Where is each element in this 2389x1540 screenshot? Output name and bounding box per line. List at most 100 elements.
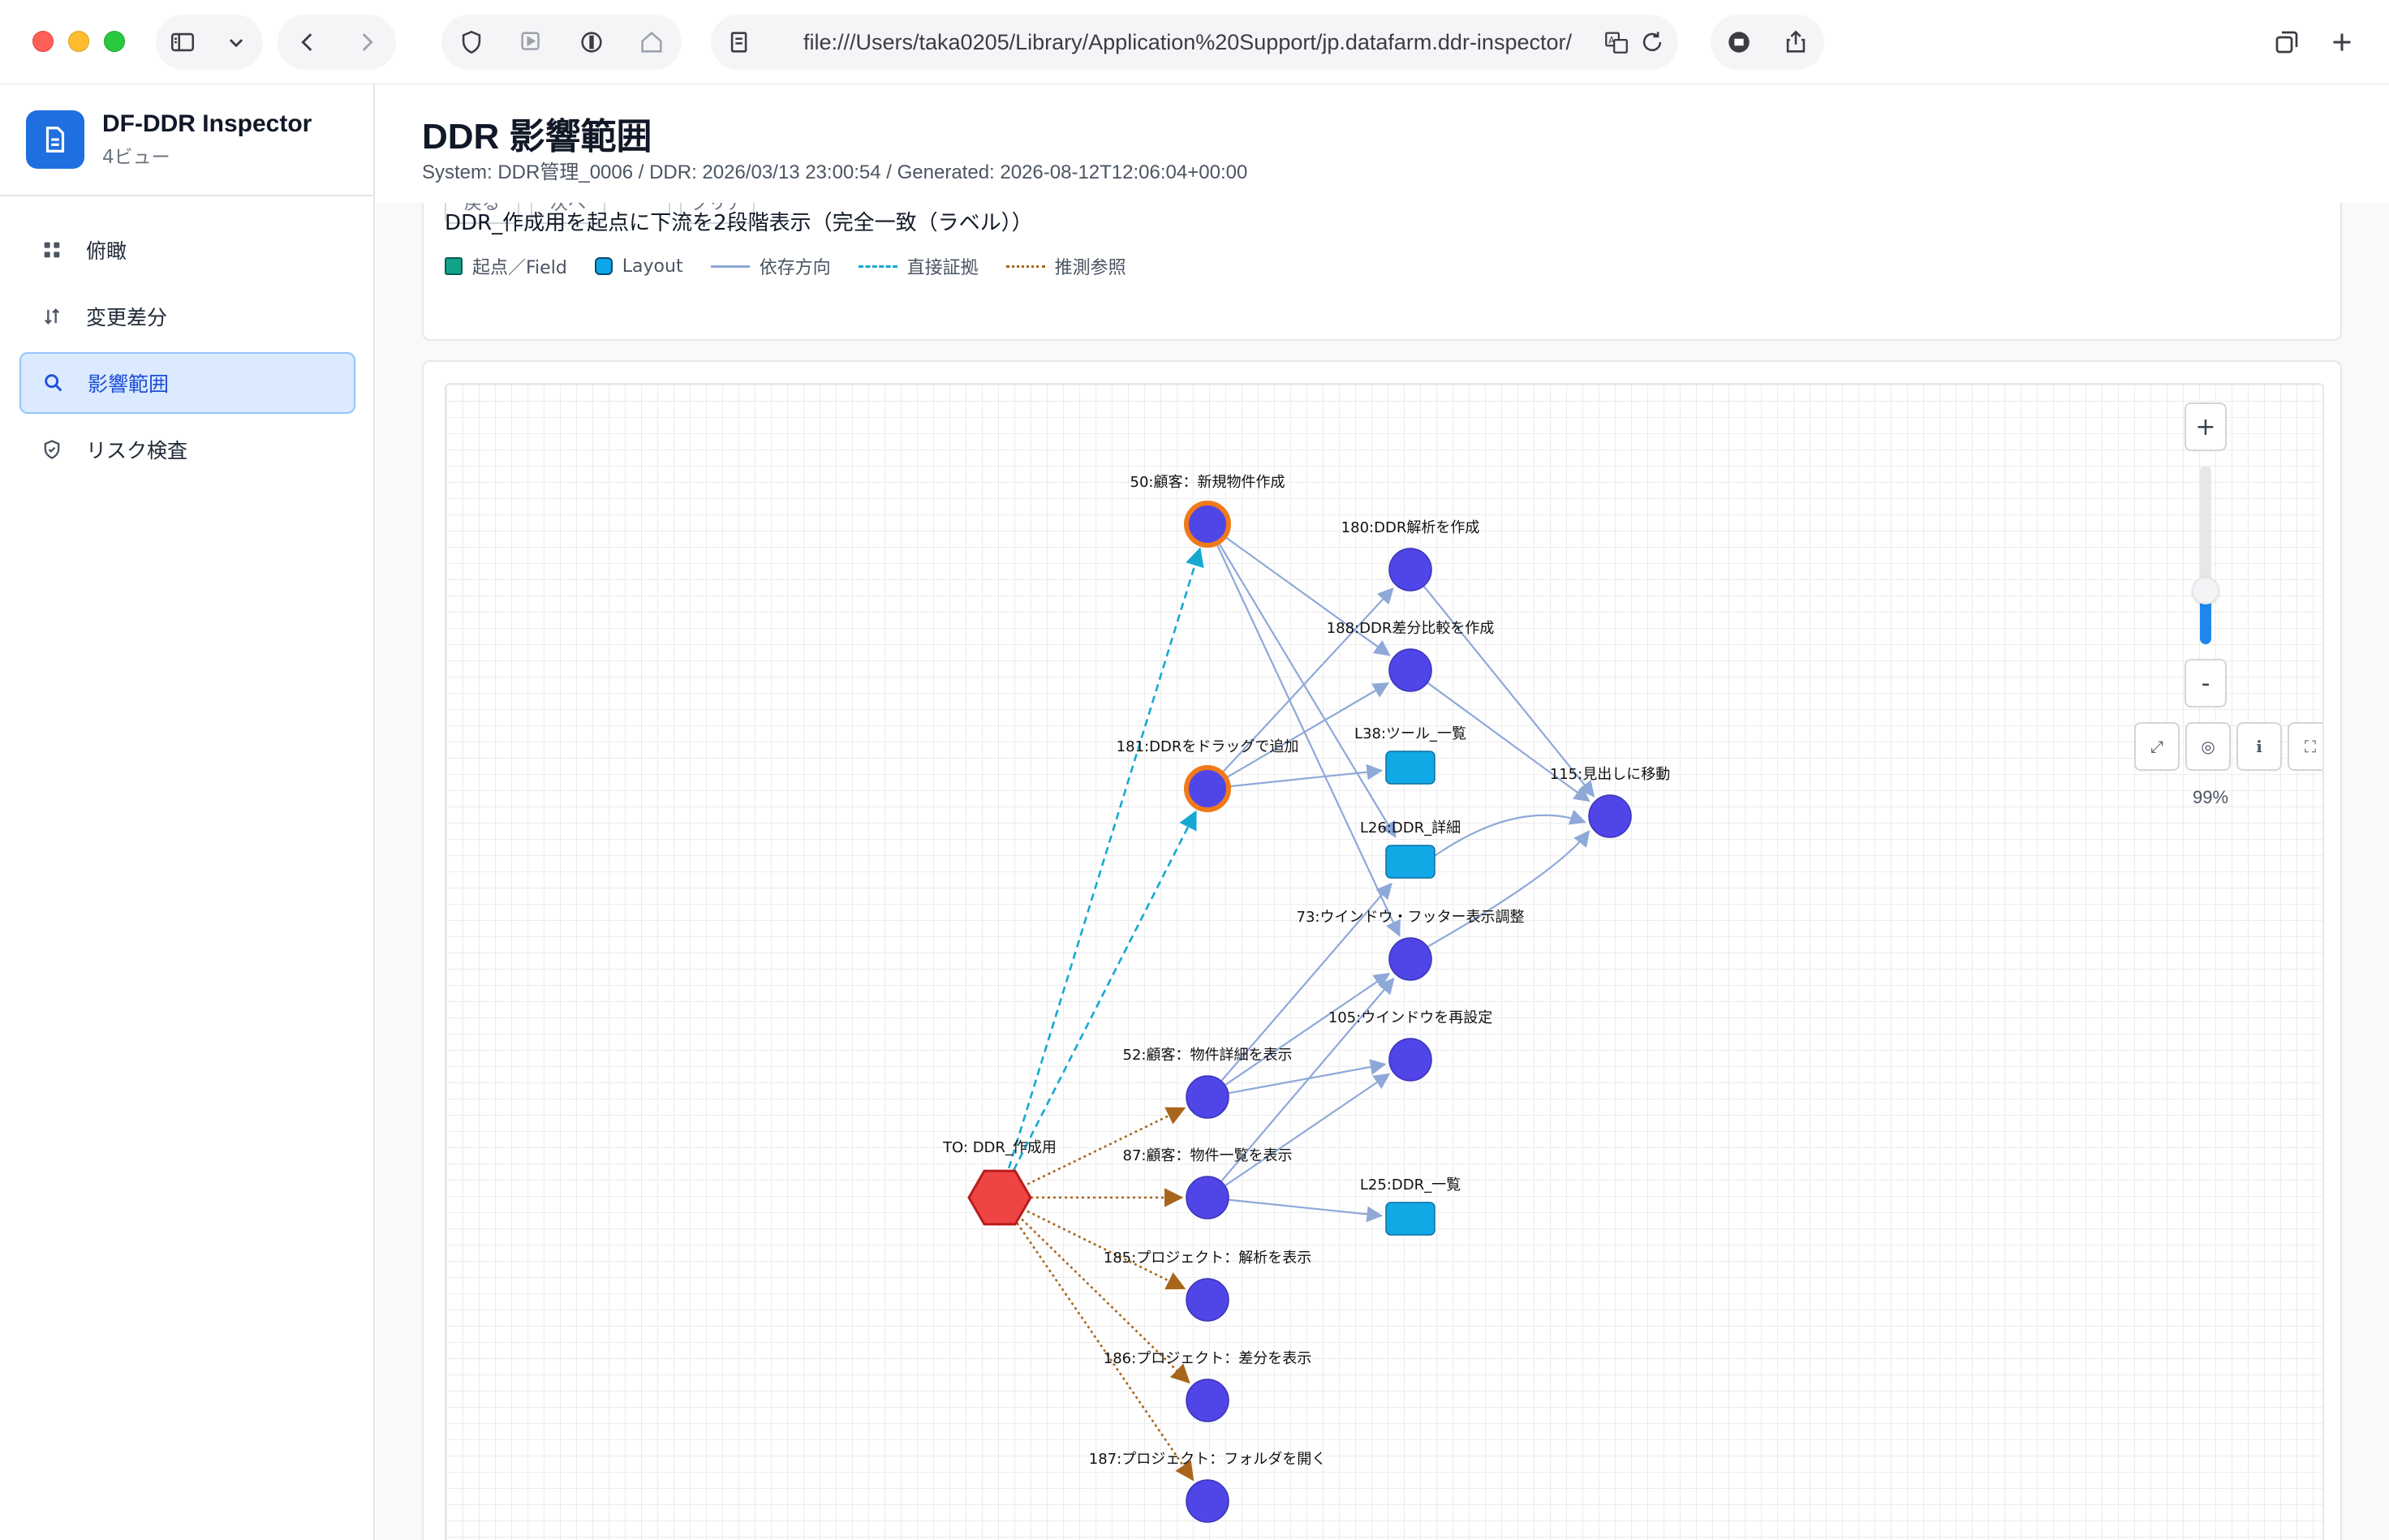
node-shape[interactable] [1388,1038,1432,1082]
sidebar-item-overview[interactable]: 俯瞰 [19,219,355,281]
main-content: 戻る 次へ クリア DDR_作成用を起点に下流を2段階表示（完全一致（ラベル））… [377,84,2389,1540]
forward-arrow-icon[interactable] [349,24,385,60]
address-bar[interactable]: file:///Users/taka0205/Library/Applicati… [711,15,1678,70]
graph-node-n115[interactable]: 115:見出しに移動 [1550,766,1670,838]
zoom-slider-handle[interactable] [2192,577,2219,604]
node-shape[interactable] [1388,648,1432,692]
graph-node-L25[interactable]: L25:DDR_一覧 [1360,1177,1461,1236]
dependency-graph[interactable]: 50:顧客：新規物件作成 180:DDR解析を作成 188:DDR差分比較を作成 L3… [445,383,2324,1540]
sidebar-item-risk[interactable]: リスク検査 [19,419,355,480]
node-label: 187:プロジェクト：フォルダを開く [1089,1451,1326,1468]
graph-node-n50[interactable]: 50:顧客：新規物件作成 [1130,474,1285,548]
zoom-window-button[interactable] [104,31,125,52]
node-shape[interactable] [1186,1278,1229,1322]
node-shape[interactable] [967,1169,1032,1226]
graph-edge-direct [1013,810,1197,1171]
page-meta: System: DDR管理_0006 / DDR: 2026/03/13 23:… [422,161,1248,183]
home-icon[interactable] [634,24,669,60]
app-title: DF-DDR Inspector [102,110,312,137]
node-shape[interactable] [1184,501,1231,548]
chevron-down-icon[interactable] [218,24,254,60]
field-swatch-icon [445,257,463,275]
page-title: DDR 影響範囲 [422,117,652,157]
search-icon [41,370,67,396]
extension-puzzle-icon[interactable] [1721,24,1757,60]
legend-label: Layout [622,256,683,277]
sidebar-item-label: 変更差分 [86,306,168,329]
sidebar-toggle-group [156,15,263,70]
zoom-slider[interactable] [2200,466,2211,644]
url-text[interactable]: file:///Users/taka0205/Library/Applicati… [803,30,1582,55]
reload-icon[interactable] [1634,24,1670,60]
graph-node-n73[interactable]: 73:ウインドウ・フッター表示調整 [1297,909,1525,981]
legend-direct: 直接証拠 [858,253,979,279]
shield-icon [39,437,65,462]
filter-description: DDR_作成用を起点に下流を2段階表示（完全一致（ラベル）） [445,211,1033,235]
zoom-out-button[interactable]: - [2185,659,2227,708]
node-label: L25:DDR_一覧 [1360,1177,1461,1194]
node-label: L26:DDR_詳細 [1360,819,1461,837]
node-shape[interactable] [1385,845,1436,879]
graph-canvas[interactable]: 50:顧客：新規物件作成 180:DDR解析を作成 188:DDR差分比較を作成 L3… [446,385,2324,1540]
node-label: 52:顧客：物件詳細を表示 [1123,1047,1293,1064]
node-shape[interactable] [1385,751,1436,785]
layout-swatch-icon [594,257,613,275]
node-shape[interactable] [1184,765,1231,812]
minimize-window-button[interactable] [68,31,89,52]
back-arrow-icon[interactable] [290,24,325,60]
page-header: DDR 影響範囲 System: DDR管理_0006 / DDR: 2026/… [377,84,2389,203]
graph-edge-dep [1423,585,1595,798]
legend-label: 起点／Field [472,258,567,278]
node-label: 115:見出しに移動 [1550,766,1670,783]
graph-node-n181[interactable]: 181:DDRをドラッグで追加 [1117,738,1299,812]
graph-node-n185[interactable]: 185:プロジェクト：解析を表示 [1104,1250,1311,1322]
info-icon[interactable]: i [2236,722,2282,771]
translate-icon[interactable]: A [1599,24,1634,60]
sidebar-item-impact[interactable]: 影響範囲 [19,352,355,414]
graph-node-n187[interactable]: 187:プロジェクト：フォルダを開く [1089,1451,1326,1523]
share-icon[interactable] [1778,24,1814,60]
graph-node-n188[interactable]: 188:DDR差分比較を作成 [1327,620,1495,692]
node-shape[interactable] [1388,548,1432,591]
graph-node-n186[interactable]: 186:プロジェクト：差分を表示 [1104,1350,1311,1422]
sidebar-toggle-icon[interactable] [165,24,200,60]
sidebar-nav: 俯瞰 変更差分 影響範囲 リスク検査 [19,219,355,485]
tabs-overview-icon[interactable] [2269,24,2305,60]
extensions-group [441,15,682,70]
document-logo-icon [26,110,84,169]
media-extension-icon[interactable] [514,24,549,60]
shield-extension-icon[interactable] [454,24,489,60]
graph-node-L38[interactable]: L38:ツール_一覧 [1354,725,1466,785]
graph-node-n87[interactable]: 87:顧客：物件一覧を表示 [1123,1147,1293,1220]
legend: 起点／Field Layout 依存方向 直接証拠 推測参照 [445,253,1154,279]
close-window-button[interactable] [32,31,54,52]
node-shape[interactable] [1186,1176,1229,1220]
graph-edge-dep [1427,830,1591,948]
new-tab-icon[interactable] [2324,24,2360,60]
graph-edges [1007,536,1595,1482]
graph-edge-dep [1224,1073,1391,1187]
node-label: 181:DDRをドラッグで追加 [1117,738,1299,755]
node-shape[interactable] [1385,1202,1436,1236]
node-shape[interactable] [1186,1379,1229,1422]
graph-nodes: 50:顧客：新規物件作成 180:DDR解析を作成 188:DDR差分比較を作成 L3… [942,474,1670,1523]
node-shape[interactable] [1186,1075,1229,1119]
fit-icon[interactable]: ⤢ [2134,722,2180,771]
legend-dependency: 依存方向 [710,253,831,279]
legend-label: 直接証拠 [906,258,979,278]
graph-node-TO[interactable]: TO: DDR_作成用 [942,1139,1057,1226]
zoom-in-button[interactable]: + [2185,402,2227,451]
sidebar-item-diff[interactable]: 変更差分 [19,286,355,347]
graph-node-n52[interactable]: 52:顧客：物件詳細を表示 [1123,1047,1293,1119]
password-manager-icon[interactable] [574,24,609,60]
legend-layout: Layout [594,256,683,277]
node-shape[interactable] [1588,794,1632,838]
target-icon[interactable]: ◎ [2185,722,2231,771]
dashed-line-icon [858,265,897,268]
fullscreen-icon[interactable]: ⛶ [2288,722,2322,771]
node-shape[interactable] [1186,1479,1229,1523]
legend-inferred: 推測参照 [1005,253,1126,279]
node-shape[interactable] [1388,937,1432,981]
sidebar-divider [0,195,373,196]
graph-node-n180[interactable]: 180:DDR解析を作成 [1341,519,1480,591]
